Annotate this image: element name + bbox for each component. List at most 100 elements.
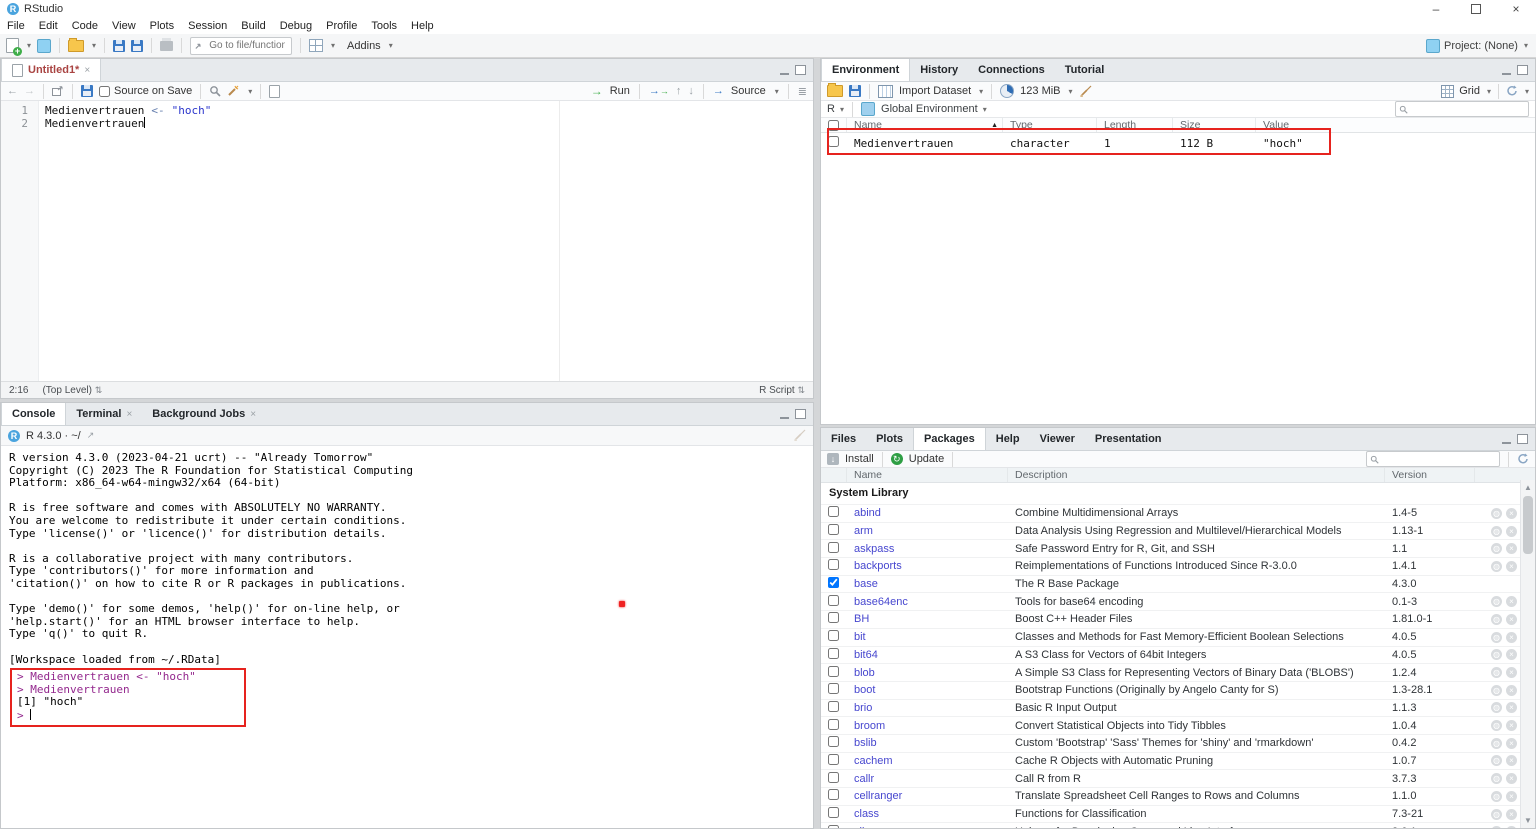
menu-code[interactable]: Code — [65, 19, 105, 33]
pane-maximize-icon[interactable] — [1517, 65, 1528, 75]
save-button[interactable] — [113, 40, 125, 52]
package-website-icon[interactable]: ◍ — [1491, 738, 1502, 749]
pane-maximize-icon[interactable] — [1517, 434, 1528, 444]
package-remove-icon[interactable]: × — [1506, 685, 1517, 696]
package-remove-icon[interactable]: × — [1506, 632, 1517, 643]
menu-tools[interactable]: Tools — [364, 19, 404, 33]
pane-maximize-icon[interactable] — [795, 409, 806, 419]
new-file-button[interactable]: + — [6, 38, 19, 53]
package-remove-icon[interactable]: × — [1506, 791, 1517, 802]
import-dataset-caret-icon[interactable]: ▾ — [979, 87, 983, 96]
package-loaded-checkbox[interactable] — [828, 736, 839, 747]
code-tools-caret-icon[interactable]: ▾ — [248, 87, 252, 96]
package-website-icon[interactable]: ◍ — [1491, 526, 1502, 537]
package-name-link[interactable]: callr — [847, 773, 1008, 785]
open-file-caret-icon[interactable]: ▾ — [92, 41, 96, 50]
package-loaded-checkbox[interactable] — [828, 772, 839, 783]
tab-close-icon[interactable]: × — [250, 409, 256, 420]
col-header-size[interactable]: Size — [1173, 118, 1256, 132]
scroll-down-icon[interactable]: ▼ — [1521, 814, 1535, 827]
package-remove-icon[interactable]: × — [1506, 702, 1517, 713]
tab-environment[interactable]: Environment — [821, 59, 910, 81]
package-website-icon[interactable]: ◍ — [1491, 755, 1502, 766]
package-row[interactable]: blob A Simple S3 Class for Representing … — [821, 663, 1521, 681]
refresh-packages-icon[interactable] — [1517, 453, 1529, 465]
close-button[interactable]: × — [1496, 0, 1536, 18]
package-name-link[interactable]: abind — [847, 507, 1008, 519]
menu-view[interactable]: View — [105, 19, 143, 33]
package-row[interactable]: base64enc Tools for base64 encoding 0.1-… — [821, 592, 1521, 610]
menu-plots[interactable]: Plots — [143, 19, 181, 33]
package-remove-icon[interactable]: × — [1506, 596, 1517, 607]
language-selector[interactable]: R ▾ — [827, 103, 844, 115]
package-row[interactable]: cli Helpers for Developing Command Line … — [821, 822, 1521, 828]
pane-maximize-icon[interactable] — [795, 65, 806, 75]
package-website-icon[interactable]: ◍ — [1491, 649, 1502, 660]
package-row[interactable]: callr Call R from R 3.7.3 ◍ × — [821, 769, 1521, 787]
package-row[interactable]: brio Basic R Input Output 1.1.3 ◍ × — [821, 699, 1521, 717]
packages-scrollbar[interactable]: ▲ ▼ — [1520, 480, 1535, 828]
package-website-icon[interactable]: ◍ — [1491, 508, 1502, 519]
package-name-link[interactable]: blob — [847, 667, 1008, 679]
package-website-icon[interactable]: ◍ — [1491, 720, 1502, 731]
package-website-icon[interactable]: ◍ — [1491, 667, 1502, 678]
outline-icon[interactable]: ≣ — [798, 85, 807, 98]
package-remove-icon[interactable]: × — [1506, 773, 1517, 784]
open-file-button[interactable] — [68, 40, 84, 52]
package-website-icon[interactable]: ◍ — [1491, 809, 1502, 820]
menu-file[interactable]: File — [0, 19, 32, 33]
save-workspace-icon[interactable] — [849, 85, 861, 97]
package-remove-icon[interactable]: × — [1506, 526, 1517, 537]
tab-console[interactable]: Console — [1, 403, 66, 425]
package-remove-icon[interactable]: × — [1506, 720, 1517, 731]
tab-close-icon[interactable]: × — [126, 409, 132, 420]
tab-close-icon[interactable]: × — [84, 65, 90, 76]
grid-view-caret-icon[interactable]: ▾ — [1487, 87, 1491, 96]
menu-help[interactable]: Help — [404, 19, 441, 33]
tab-packages[interactable]: Packages — [913, 428, 986, 450]
package-remove-icon[interactable]: × — [1506, 667, 1517, 678]
print-button[interactable] — [160, 41, 173, 51]
package-loaded-checkbox[interactable] — [828, 524, 839, 535]
tab-viewer[interactable]: Viewer — [1030, 428, 1085, 450]
package-remove-icon[interactable]: × — [1506, 649, 1517, 660]
popout-icon[interactable] — [52, 86, 64, 96]
package-remove-icon[interactable]: × — [1506, 738, 1517, 749]
tab-help[interactable]: Help — [986, 428, 1030, 450]
package-name-link[interactable]: cachem — [847, 755, 1008, 767]
addins-button[interactable]: Addins — [347, 40, 381, 52]
source-on-save-checkbox[interactable] — [99, 86, 110, 97]
package-website-icon[interactable]: ◍ — [1491, 596, 1502, 607]
package-name-link[interactable]: base64enc — [847, 596, 1008, 608]
scrollbar-thumb[interactable] — [1523, 496, 1533, 554]
save-file-icon[interactable] — [81, 85, 93, 97]
packages-search-input[interactable] — [1382, 453, 1496, 466]
package-loaded-checkbox[interactable] — [828, 577, 839, 588]
package-website-icon[interactable]: ◍ — [1491, 685, 1502, 696]
install-button[interactable]: Install — [845, 453, 874, 465]
project-selector[interactable]: Project: (None) ▾ — [1426, 39, 1536, 53]
package-row[interactable]: bslib Custom 'Bootstrap' 'Sass' Themes f… — [821, 734, 1521, 752]
import-dataset-button[interactable]: Import Dataset — [899, 85, 971, 97]
pane-minimize-icon[interactable] — [1502, 65, 1511, 75]
source-on-save-toggle[interactable]: Source on Save — [99, 85, 192, 97]
package-row[interactable]: askpass Safe Password Entry for R, Git, … — [821, 539, 1521, 557]
package-name-link[interactable]: boot — [847, 684, 1008, 696]
package-loaded-checkbox[interactable] — [828, 789, 839, 800]
rerun-icon[interactable]: →→ — [649, 85, 669, 97]
package-website-icon[interactable]: ◍ — [1491, 773, 1502, 784]
package-name-link[interactable]: askpass — [847, 543, 1008, 555]
package-remove-icon[interactable]: × — [1506, 614, 1517, 625]
package-loaded-checkbox[interactable] — [828, 612, 839, 623]
source-caret-icon[interactable]: ▾ — [775, 87, 779, 96]
object-checkbox[interactable] — [828, 136, 839, 147]
package-row[interactable]: arm Data Analysis Using Regression and M… — [821, 522, 1521, 540]
forward-icon[interactable]: → — [24, 85, 35, 97]
package-website-icon[interactable]: ◍ — [1491, 614, 1502, 625]
memory-caret-icon[interactable]: ▾ — [1069, 87, 1073, 96]
open-new-window-icon[interactable]: ↗ — [87, 430, 95, 441]
package-remove-icon[interactable]: × — [1506, 809, 1517, 820]
package-loaded-checkbox[interactable] — [828, 666, 839, 677]
package-row[interactable]: backports Reimplementations of Functions… — [821, 557, 1521, 575]
select-all-checkbox[interactable] — [828, 120, 839, 131]
